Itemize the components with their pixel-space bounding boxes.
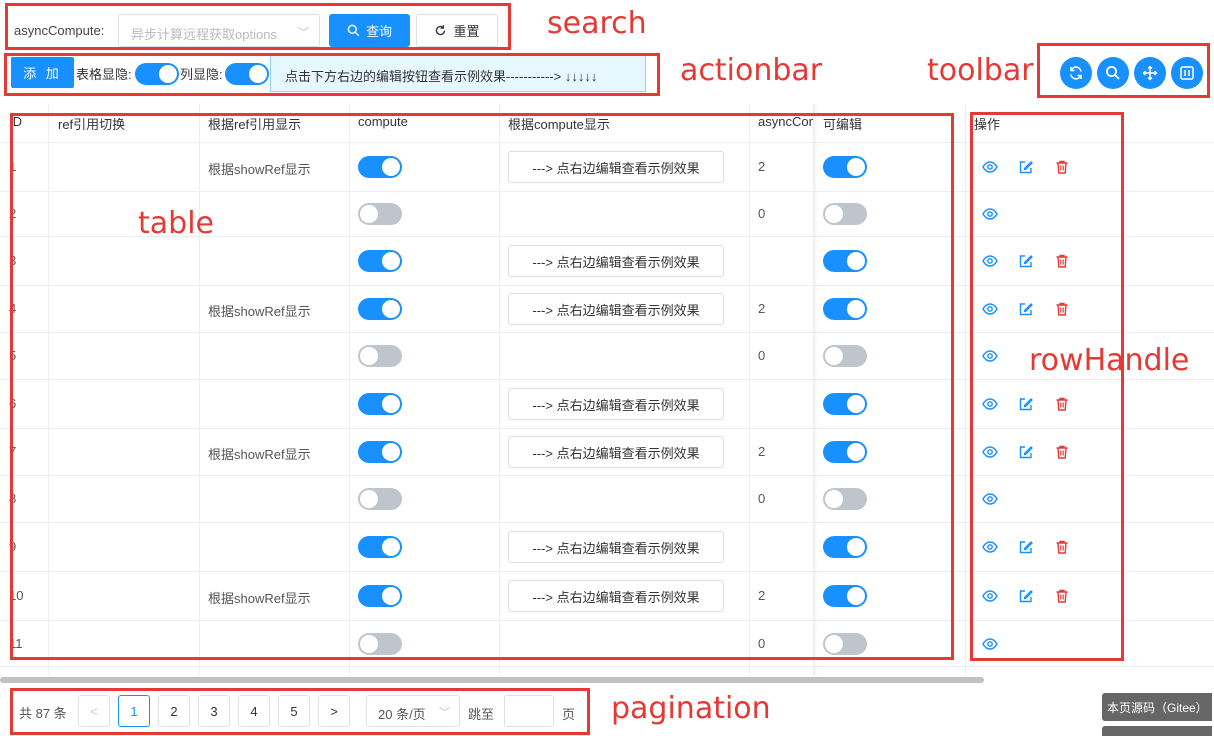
toolbar-annotation: toolbar xyxy=(927,53,1034,88)
column-divider xyxy=(965,104,966,676)
pagination-annotation: pagination xyxy=(611,691,771,726)
table-annotation: table xyxy=(138,206,214,241)
horizontal-scrollbar[interactable] xyxy=(0,677,984,683)
rowhandle-annotation: rowHandle xyxy=(1029,343,1190,378)
search-annotation-box xyxy=(5,3,511,50)
search-annotation: search xyxy=(547,6,647,41)
pagination-annotation-box xyxy=(10,688,590,735)
actionbar-annotation-box xyxy=(4,53,660,96)
floating-link[interactable] xyxy=(1102,726,1212,736)
row-divider xyxy=(0,666,1214,667)
actionbar-annotation: actionbar xyxy=(680,53,823,88)
table-annotation-box xyxy=(10,113,954,660)
gitee-source-link[interactable]: 本页源码（Gitee） xyxy=(1102,693,1212,721)
toolbar-annotation-box xyxy=(1037,43,1210,98)
rowhandle-annotation-box xyxy=(970,112,1124,661)
